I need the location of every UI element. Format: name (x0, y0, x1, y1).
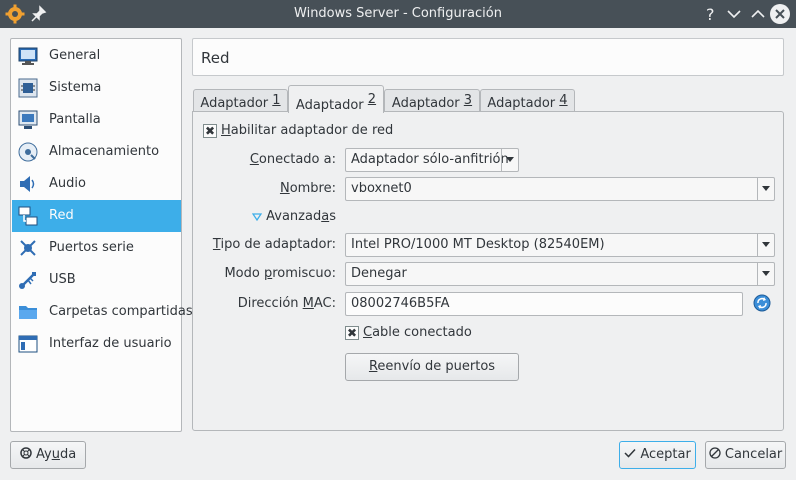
maximize-button[interactable] (748, 4, 768, 24)
cable-connected-checkbox[interactable]: ✖ (345, 326, 359, 340)
sidebar-item-label: Audio (49, 176, 86, 191)
mac-address-input[interactable]: 08002746B5FA (345, 292, 743, 316)
serial-port-icon (20, 240, 36, 256)
sidebar-item-user-interface[interactable]: Interfaz de usuario (12, 328, 181, 360)
sidebar-item-label: USB (49, 272, 76, 287)
attached-to-label: Conectado a: (249, 152, 336, 167)
cancel-button[interactable]: Cancelar (705, 441, 786, 469)
attached-to-select[interactable]: Adaptador sólo-anfitrión (345, 148, 519, 172)
sidebar-item-label: Red (49, 208, 74, 223)
sidebar-item-label: General (49, 48, 101, 63)
network-icon (18, 206, 38, 226)
help-footer-button[interactable]: Ayuda (10, 441, 86, 469)
close-button[interactable] (770, 4, 790, 24)
chevron-down-icon (757, 263, 774, 285)
chevron-down-icon (501, 149, 518, 171)
sidebar-item-label: Interfaz de usuario (49, 336, 172, 351)
advanced-toggle[interactable]: Avanzadas (251, 209, 336, 224)
title-bar: Windows Server - Configuración ? (0, 0, 796, 28)
accept-button[interactable]: Aceptar (619, 441, 696, 469)
cancel-icon (709, 447, 721, 459)
settings-sidebar: General Sistema Pantalla Almacenamiento … (10, 38, 193, 432)
name-label: Nombre: (279, 181, 336, 196)
sidebar-item-label: Sistema (49, 80, 102, 95)
port-forwarding-button[interactable]: Reenvío de puertos (345, 353, 519, 381)
sidebar-item-label: Almacenamiento (49, 144, 160, 159)
sidebar-item-label: Puertos serie (49, 240, 134, 255)
chip-icon (18, 78, 38, 98)
ui-window-icon (18, 335, 38, 353)
enable-adapter-label[interactable]: Habilitar adaptador de red (221, 123, 393, 138)
cable-connected-label[interactable]: Cable conectado (363, 325, 472, 340)
sidebar-item-display[interactable]: Pantalla (12, 104, 181, 136)
folder-icon (19, 306, 37, 319)
usb-icon (19, 272, 36, 289)
disk-icon (18, 142, 38, 162)
sidebar-item-storage[interactable]: Almacenamiento (12, 136, 181, 168)
mac-address-label: Dirección MAC: (237, 296, 336, 311)
sidebar-item-serial-ports[interactable]: Puertos serie (12, 232, 181, 264)
promiscuous-mode-label: Modo promiscuo: (224, 266, 336, 281)
sidebar-item-general[interactable]: General (12, 40, 181, 72)
adapter-type-label: Tipo de adaptador: (212, 237, 336, 252)
sidebar-item-shared-folders[interactable]: Carpetas compartidas (12, 296, 193, 328)
tab-adapter-3[interactable]: Adaptador 3 (384, 89, 480, 112)
promiscuous-mode-select[interactable]: Denegar (345, 262, 775, 286)
enable-adapter-checkbox[interactable]: ✖ (203, 124, 217, 138)
chevron-down-icon (757, 178, 774, 200)
sidebar-item-label: Carpetas compartidas (49, 304, 193, 319)
refresh-mac-icon[interactable] (753, 294, 771, 312)
svg-text:?: ? (706, 5, 715, 24)
tab-adapter-1[interactable]: Adaptador 1 (193, 89, 288, 112)
sidebar-item-usb[interactable]: USB (12, 264, 181, 296)
minimize-button[interactable] (724, 4, 744, 24)
sidebar-item-network[interactable]: Red (12, 200, 181, 232)
page-title: Red (201, 49, 230, 67)
window-title: Windows Server - Configuración (294, 6, 502, 21)
name-select[interactable]: vboxnet0 (345, 177, 775, 201)
page-header: Red (192, 38, 784, 76)
chevron-down-icon (757, 234, 774, 256)
help-button[interactable]: ? (700, 4, 720, 24)
sidebar-item-system[interactable]: Sistema (12, 72, 181, 104)
sidebar-item-label: Pantalla (49, 112, 101, 127)
adapter-type-select[interactable]: Intel PRO/1000 MT Desktop (82540EM) (345, 233, 775, 257)
check-icon (624, 448, 636, 458)
tab-adapter-2[interactable]: Adaptador 2 (288, 85, 384, 113)
triangle-down-icon (251, 212, 263, 221)
lifebuoy-icon (20, 447, 32, 459)
speaker-icon (20, 176, 35, 192)
tab-adapter-4[interactable]: Adaptador 4 (480, 89, 575, 112)
sidebar-item-audio[interactable]: Audio (12, 168, 181, 200)
monitor-icon (18, 47, 38, 65)
display-icon (18, 110, 38, 129)
